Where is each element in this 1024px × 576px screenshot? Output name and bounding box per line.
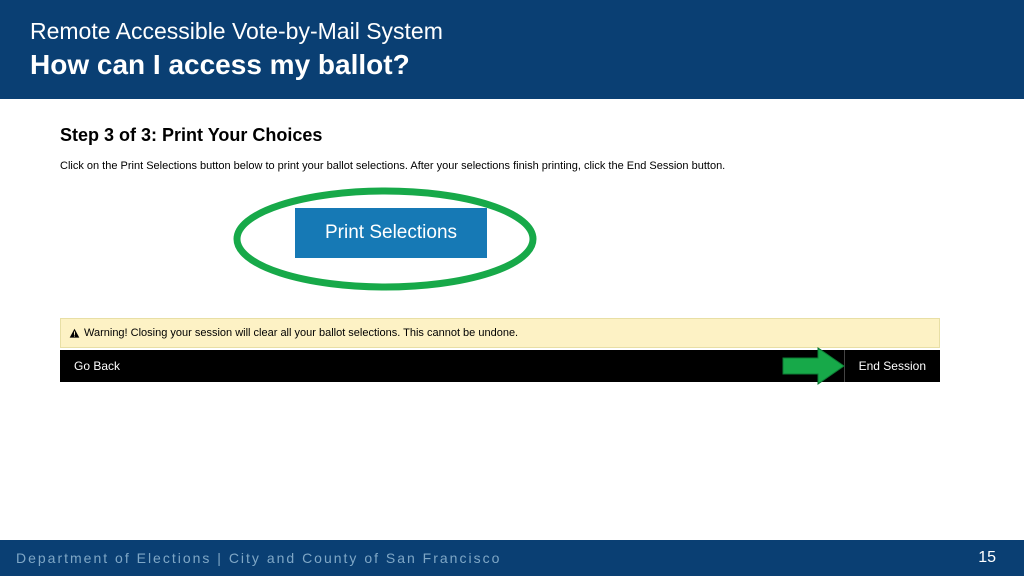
- footer-department: Department of Elections | City and Count…: [16, 550, 501, 566]
- go-back-button[interactable]: Go Back: [60, 359, 120, 373]
- right-arrow-icon: [778, 342, 848, 390]
- slide-content: Step 3 of 3: Print Your Choices Click on…: [0, 99, 1024, 382]
- slide-subtitle: Remote Accessible Vote-by-Mail System: [30, 18, 994, 45]
- step-heading: Step 3 of 3: Print Your Choices: [60, 125, 964, 146]
- slide-footer: Department of Elections | City and Count…: [0, 540, 1024, 576]
- print-selections-button[interactable]: Print Selections: [295, 208, 487, 258]
- page-number: 15: [978, 549, 996, 567]
- nav-bar: Go Back End Session: [60, 350, 940, 382]
- warning-text: Warning! Closing your session will clear…: [84, 327, 518, 339]
- warning-triangle-icon: [69, 328, 80, 339]
- slide-header: Remote Accessible Vote-by-Mail System Ho…: [0, 0, 1024, 99]
- end-session-button[interactable]: End Session: [844, 350, 940, 382]
- slide: Remote Accessible Vote-by-Mail System Ho…: [0, 0, 1024, 576]
- slide-title: How can I access my ballot?: [30, 49, 994, 81]
- warning-bar: Warning! Closing your session will clear…: [60, 318, 940, 348]
- instruction-text: Click on the Print Selections button bel…: [60, 160, 964, 172]
- print-area: Print Selections: [60, 188, 964, 308]
